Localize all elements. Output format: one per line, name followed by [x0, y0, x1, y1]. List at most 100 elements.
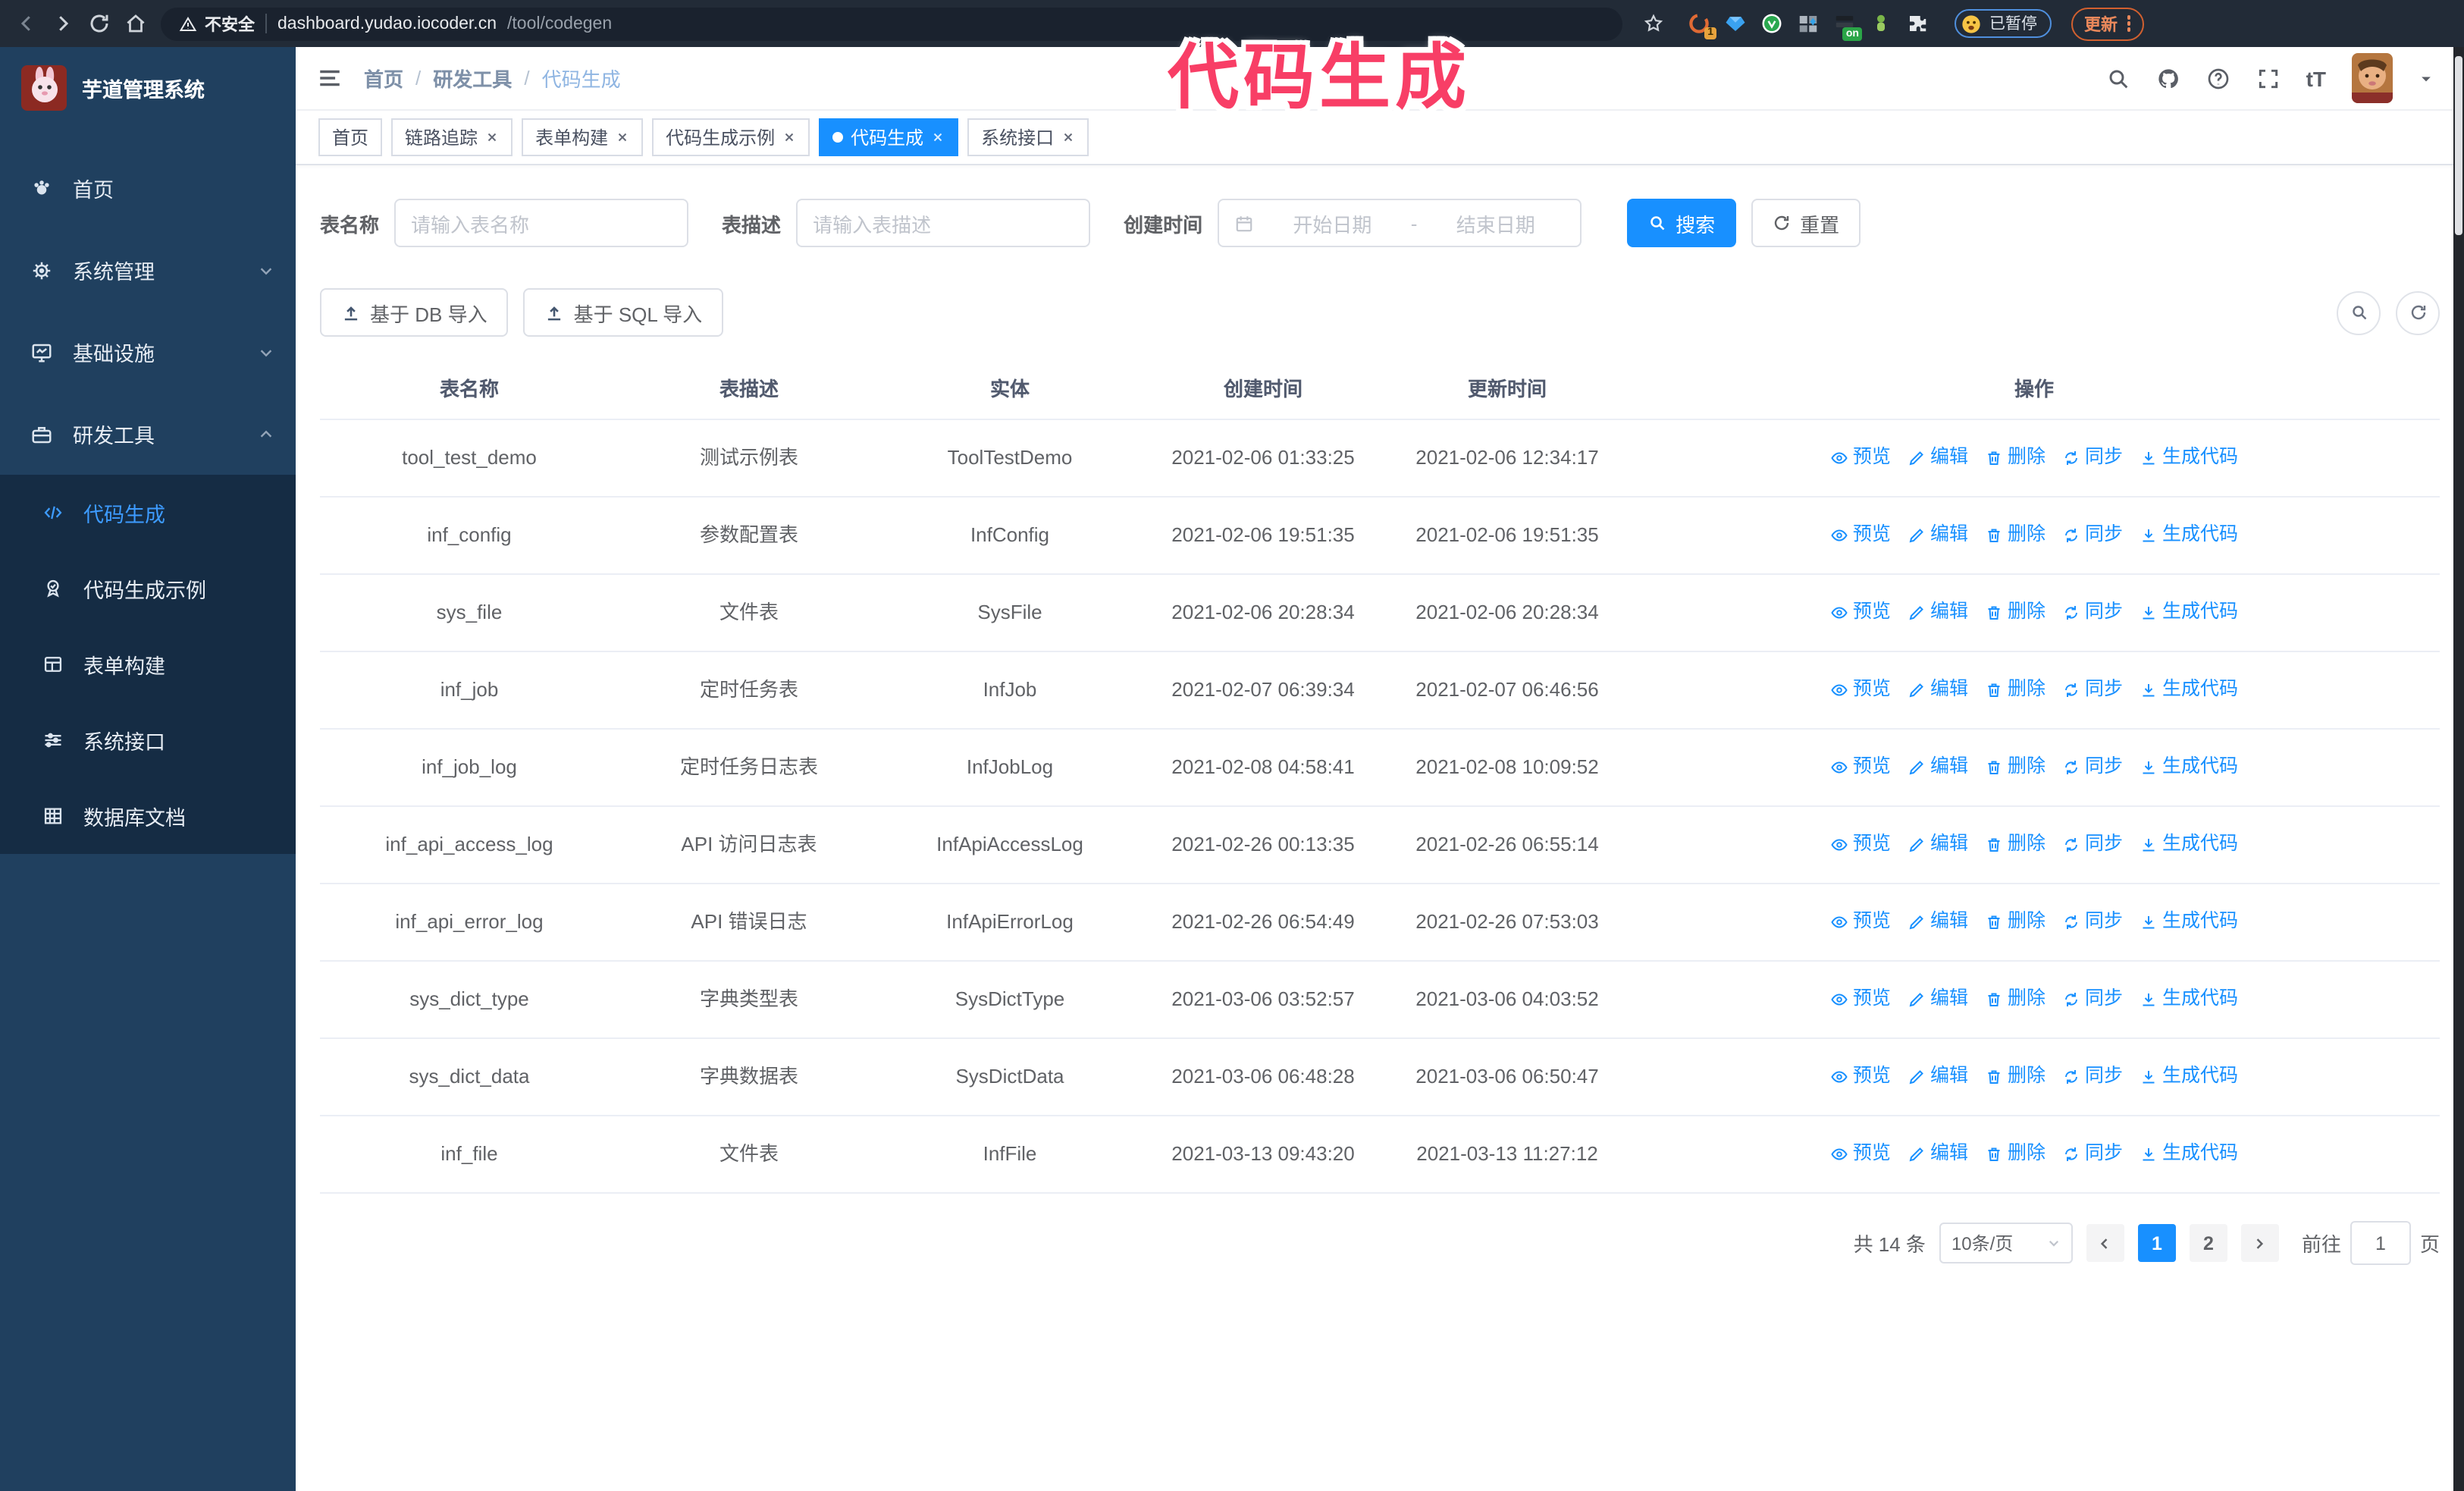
home-icon[interactable] — [124, 12, 147, 35]
bookmark-star-icon[interactable] — [1642, 12, 1665, 35]
scrollbar[interactable] — [2453, 47, 2464, 1491]
chevron-down-icon[interactable] — [2419, 71, 2434, 86]
generate-code-link[interactable]: 生成代码 — [2140, 521, 2238, 551]
generate-code-link[interactable]: 生成代码 — [2140, 985, 2238, 1015]
refresh-table-button[interactable] — [2396, 290, 2440, 334]
sync-link[interactable]: 同步 — [2062, 830, 2123, 860]
update-button[interactable]: 更新 — [2071, 7, 2144, 40]
search-button[interactable]: 搜索 — [1627, 199, 1737, 247]
edit-link[interactable]: 编辑 — [1908, 1140, 1968, 1169]
preview-link[interactable]: 预览 — [1830, 444, 1891, 473]
sync-link[interactable]: 同步 — [2062, 676, 2123, 705]
back-icon[interactable] — [15, 12, 38, 35]
sync-link[interactable]: 同步 — [2062, 598, 2123, 628]
sync-link[interactable]: 同步 — [2062, 908, 2123, 937]
search-icon[interactable] — [2106, 66, 2130, 90]
github-icon[interactable] — [2156, 66, 2180, 90]
delete-link[interactable]: 删除 — [1985, 908, 2045, 937]
browser-menu-icon[interactable] — [2127, 15, 2130, 32]
prev-page-button[interactable] — [2086, 1224, 2124, 1263]
delete-link[interactable]: 删除 — [1985, 985, 2045, 1015]
page-button-2[interactable]: 2 — [2189, 1224, 2227, 1263]
generate-code-link[interactable]: 生成代码 — [2140, 598, 2238, 628]
generate-code-link[interactable]: 生成代码 — [2140, 444, 2238, 473]
preview-link[interactable]: 预览 — [1830, 521, 1891, 551]
edit-link[interactable]: 编辑 — [1908, 753, 1968, 783]
edit-link[interactable]: 编辑 — [1908, 908, 1968, 937]
tab-form-builder[interactable]: 表单构建 — [522, 118, 644, 156]
sidebar-item-infra[interactable]: 基础设施 — [0, 311, 296, 393]
preview-link[interactable]: 预览 — [1830, 985, 1891, 1015]
user-avatar[interactable] — [2352, 53, 2393, 103]
page-size-select[interactable]: 10条/页 — [1939, 1223, 2073, 1264]
import-sql-button[interactable]: 基于 SQL 导入 — [523, 288, 724, 337]
close-icon[interactable] — [931, 130, 945, 144]
tab-codegen-example[interactable]: 代码生成示例 — [652, 118, 810, 156]
next-page-button[interactable] — [2240, 1224, 2279, 1263]
generate-code-link[interactable]: 生成代码 — [2140, 676, 2238, 705]
edit-link[interactable]: 编辑 — [1908, 1063, 1968, 1092]
fullscreen-icon[interactable] — [2256, 66, 2281, 90]
generate-code-link[interactable]: 生成代码 — [2140, 908, 2238, 937]
preview-link[interactable]: 预览 — [1830, 676, 1891, 705]
preview-link[interactable]: 预览 — [1830, 830, 1891, 860]
profile-pill[interactable]: 已暂停 — [1955, 9, 2051, 38]
page-button-1[interactable]: 1 — [2137, 1224, 2176, 1263]
sync-link[interactable]: 同步 — [2062, 985, 2123, 1015]
close-icon[interactable] — [485, 130, 499, 144]
generate-code-link[interactable]: 生成代码 — [2140, 1140, 2238, 1169]
date-range-picker[interactable]: 开始日期 - 结束日期 — [1218, 199, 1582, 247]
breadcrumb-home[interactable]: 首页 — [364, 64, 403, 93]
preview-link[interactable]: 预览 — [1830, 908, 1891, 937]
extension-icon-green-bot[interactable] — [1870, 12, 1892, 35]
tab-system-api[interactable]: 系统接口 — [967, 118, 1089, 156]
sidebar-item-db-docs[interactable]: 数据库文档 — [0, 778, 296, 854]
toggle-search-button[interactable] — [2337, 290, 2381, 334]
table-name-input[interactable]: 请输入表名称 — [394, 199, 689, 247]
extension-icon-green-circle[interactable] — [1760, 12, 1783, 35]
generate-code-link[interactable]: 生成代码 — [2140, 1063, 2238, 1092]
scrollbar-thumb[interactable] — [2455, 56, 2462, 235]
sync-link[interactable]: 同步 — [2062, 1140, 2123, 1169]
tab-tracing[interactable]: 链路追踪 — [391, 118, 513, 156]
goto-page-input[interactable] — [2350, 1221, 2411, 1266]
hamburger-icon[interactable] — [317, 65, 343, 91]
sidebar-item-form-builder[interactable]: 表单构建 — [0, 626, 296, 702]
sidebar-item-devtools[interactable]: 研发工具 — [0, 393, 296, 475]
text-size-icon[interactable]: tT — [2306, 66, 2326, 90]
tab-codegen[interactable]: 代码生成 — [819, 118, 959, 156]
breadcrumb-devtools[interactable]: 研发工具 — [433, 64, 512, 93]
delete-link[interactable]: 删除 — [1985, 753, 2045, 783]
generate-code-link[interactable]: 生成代码 — [2140, 753, 2238, 783]
delete-link[interactable]: 删除 — [1985, 521, 2045, 551]
extension-icon-dark[interactable]: on — [1833, 12, 1862, 41]
extension-icon-grid[interactable] — [1797, 12, 1820, 35]
extension-icon-orange[interactable]: 1 — [1688, 12, 1716, 39]
edit-link[interactable]: 编辑 — [1908, 985, 1968, 1015]
sync-link[interactable]: 同步 — [2062, 444, 2123, 473]
edit-link[interactable]: 编辑 — [1908, 521, 1968, 551]
sidebar-item-system-api[interactable]: 系统接口 — [0, 702, 296, 778]
delete-link[interactable]: 删除 — [1985, 598, 2045, 628]
preview-link[interactable]: 预览 — [1830, 753, 1891, 783]
edit-link[interactable]: 编辑 — [1908, 830, 1968, 860]
edit-link[interactable]: 编辑 — [1908, 676, 1968, 705]
reload-icon[interactable] — [88, 12, 111, 35]
sync-link[interactable]: 同步 — [2062, 753, 2123, 783]
close-icon[interactable] — [616, 130, 629, 144]
preview-link[interactable]: 预览 — [1830, 1063, 1891, 1092]
forward-icon[interactable] — [52, 12, 74, 35]
delete-link[interactable]: 删除 — [1985, 1063, 2045, 1092]
delete-link[interactable]: 删除 — [1985, 444, 2045, 473]
delete-link[interactable]: 删除 — [1985, 676, 2045, 705]
sidebar-item-codegen-example[interactable]: 代码生成示例 — [0, 551, 296, 626]
close-icon[interactable] — [782, 130, 796, 144]
tab-home[interactable]: 首页 — [318, 118, 383, 156]
sync-link[interactable]: 同步 — [2062, 521, 2123, 551]
edit-link[interactable]: 编辑 — [1908, 598, 1968, 628]
extensions-puzzle-icon[interactable] — [1906, 12, 1929, 35]
import-db-button[interactable]: 基于 DB 导入 — [320, 288, 509, 337]
sidebar-item-system[interactable]: 系统管理 — [0, 229, 296, 311]
sidebar-item-codegen[interactable]: 代码生成 — [0, 475, 296, 551]
preview-link[interactable]: 预览 — [1830, 598, 1891, 628]
